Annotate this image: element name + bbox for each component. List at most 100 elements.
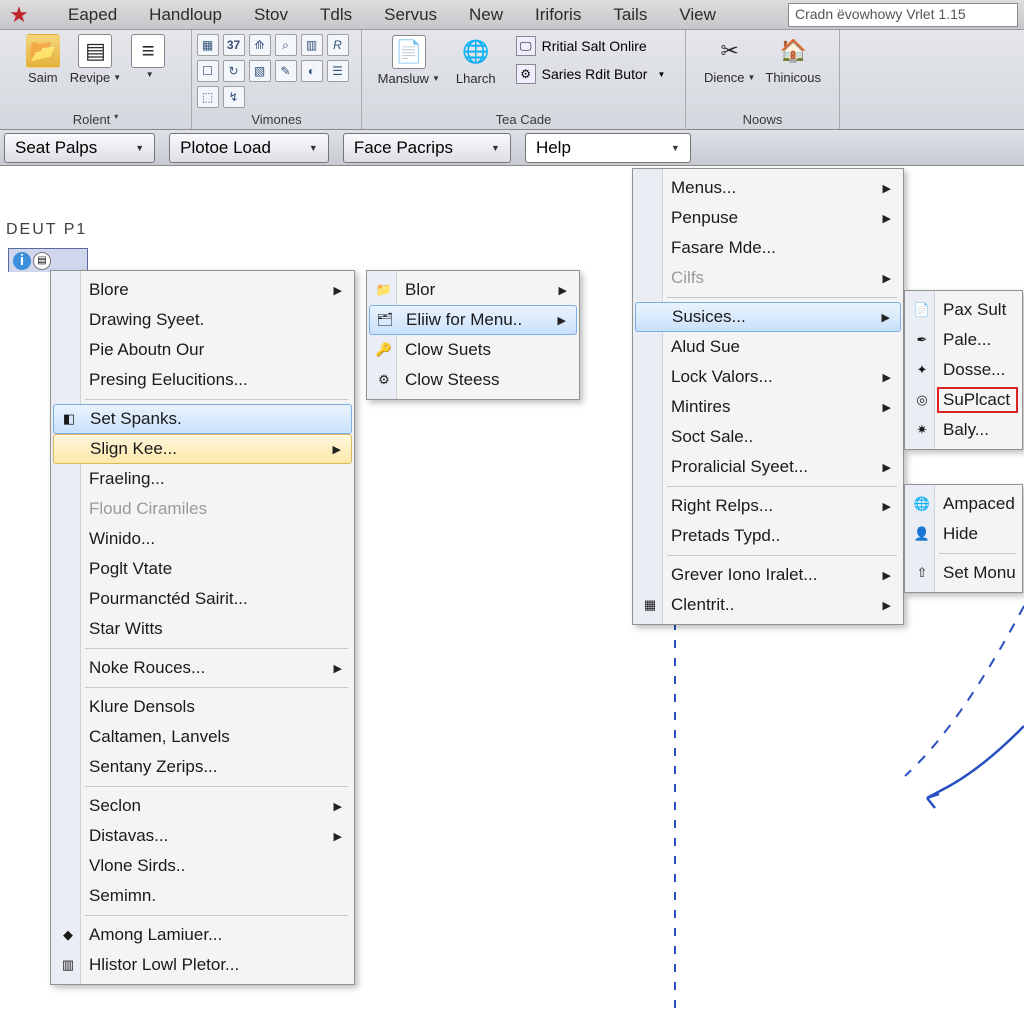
ribbon-revipe[interactable]: ▤ Revipe▼ bbox=[70, 34, 121, 85]
menu-item-label: Clow Suets bbox=[405, 340, 491, 360]
menu-item[interactable]: SuPlcact◎ bbox=[907, 385, 1020, 415]
group-label: Rolent▾ bbox=[10, 112, 181, 127]
menu-item[interactable]: Noke Rouces...▶ bbox=[53, 653, 352, 683]
menu-item[interactable]: Grever Iono Iralet...▶ bbox=[635, 560, 901, 590]
tool-icon[interactable]: ↯ bbox=[223, 86, 245, 108]
menu-item[interactable]: Semimn. bbox=[53, 881, 352, 911]
menubar-item[interactable]: View bbox=[663, 2, 732, 28]
tool-icon[interactable]: ▥ bbox=[301, 34, 323, 56]
menu-item[interactable]: Right Relps...▶ bbox=[635, 491, 901, 521]
menu-item[interactable]: Susices...▶ bbox=[635, 302, 901, 332]
menubar-item[interactable]: Servus bbox=[368, 2, 453, 28]
menu-item[interactable]: Pourmanctéd Sairit... bbox=[53, 584, 352, 614]
tool-icon[interactable]: ◐ bbox=[301, 60, 323, 82]
menu-item[interactable]: Proralicial Syeet...▶ bbox=[635, 452, 901, 482]
folder-icon: 📂 bbox=[26, 34, 60, 68]
combo-seat-palps[interactable]: Seat Palps▼ bbox=[4, 133, 155, 163]
menubar-item[interactable]: Eaped bbox=[52, 2, 133, 28]
menu-item[interactable]: Ampaced🌐 bbox=[907, 489, 1020, 519]
workspace-tab[interactable]: i ▤ bbox=[8, 248, 88, 272]
submenu-e: Ampaced🌐Hide👤 Set Monu⇧ bbox=[904, 484, 1023, 593]
menu-item[interactable]: Alud Sue bbox=[635, 332, 901, 362]
ribbon-thinicous[interactable]: 🏠 Thinicous bbox=[765, 34, 821, 85]
menu-item[interactable]: Clow Suets🔑 bbox=[369, 335, 577, 365]
ribbon-rritial[interactable]: 🖵Rritial Salt Onlire bbox=[512, 34, 670, 58]
ribbon-dience[interactable]: ✂ Dience▼ bbox=[704, 34, 755, 85]
tool-icon[interactable]: ☰ bbox=[327, 60, 349, 82]
menu-item-label: Distavas... bbox=[89, 826, 168, 846]
ribbon-saim[interactable]: 📂 Saim bbox=[26, 34, 60, 85]
chevron-down-icon: ▼ bbox=[491, 143, 500, 153]
menu-item[interactable]: Hide👤 bbox=[907, 519, 1020, 549]
tool-icon[interactable]: ▧ bbox=[249, 60, 271, 82]
tool-icon[interactable]: ⬚ bbox=[197, 86, 219, 108]
menu-item-label: Grever Iono Iralet... bbox=[671, 565, 817, 585]
ribbon-lharch[interactable]: 🌐 Lharch bbox=[456, 35, 496, 86]
menu-item[interactable]: Mintires▶ bbox=[635, 392, 901, 422]
menubar-item[interactable]: Tdls bbox=[304, 2, 368, 28]
ribbon-list[interactable]: ≡ ▼ bbox=[131, 34, 165, 79]
tool-icon[interactable]: ▦ bbox=[197, 34, 219, 56]
tool-icon[interactable]: 37 bbox=[223, 34, 245, 56]
menu-item-label: Baly... bbox=[943, 420, 989, 440]
tool-icon[interactable]: R bbox=[327, 34, 349, 56]
app-star-icon[interactable]: ★ bbox=[4, 0, 34, 30]
menu-item[interactable]: Blore▶ bbox=[53, 275, 352, 305]
menu-item[interactable]: Dosse...✦ bbox=[907, 355, 1020, 385]
tool-icon[interactable]: ⌕ bbox=[275, 34, 297, 56]
menu-item[interactable]: Blor📁▶ bbox=[369, 275, 577, 305]
menu-item[interactable]: Fraeling... bbox=[53, 464, 352, 494]
menu-item[interactable]: Caltamen, Lanvels bbox=[53, 722, 352, 752]
menu-item[interactable]: Star Witts bbox=[53, 614, 352, 644]
menubar-item[interactable]: Handloup bbox=[133, 2, 238, 28]
menu-item[interactable]: Pale...✒ bbox=[907, 325, 1020, 355]
menu-item[interactable]: Eliiw for Menu..🗂▶ bbox=[369, 305, 577, 335]
menu-item-label: Poglt Vtate bbox=[89, 559, 172, 579]
menu-item[interactable]: Fasare Mde... bbox=[635, 233, 901, 263]
tool-icon[interactable]: ☐ bbox=[197, 60, 219, 82]
menu-item[interactable]: Pax Sult📄 bbox=[907, 295, 1020, 325]
menu-item[interactable]: Presing Eelucitions... bbox=[53, 365, 352, 395]
menu-item[interactable]: Penpuse▶ bbox=[635, 203, 901, 233]
menu-item[interactable]: Hlistor Lowl Pletor...▥ bbox=[53, 950, 352, 980]
tool-icon[interactable]: ⟰ bbox=[249, 34, 271, 56]
combo-plotoe-load[interactable]: Plotoe Load▼ bbox=[169, 133, 329, 163]
menu-item[interactable]: Poglt Vtate bbox=[53, 554, 352, 584]
menu-item[interactable]: Seclon▶ bbox=[53, 791, 352, 821]
menu-item-label: Set Monu bbox=[943, 563, 1016, 583]
menubar-item[interactable]: New bbox=[453, 2, 519, 28]
menu-item-icon: ◧ bbox=[59, 409, 79, 429]
list-icon: ≡ bbox=[131, 34, 165, 68]
menu-item[interactable]: Vlone Sirds.. bbox=[53, 851, 352, 881]
combo-help[interactable]: Help▼ bbox=[525, 133, 691, 163]
tool-icon[interactable]: ↻ bbox=[223, 60, 245, 82]
menu-item[interactable]: Menus...▶ bbox=[635, 173, 901, 203]
menu-item[interactable]: Set Monu⇧ bbox=[907, 558, 1020, 588]
combo-face-pacrips[interactable]: Face Pacrips▼ bbox=[343, 133, 511, 163]
menu-item[interactable]: Clentrit..▦▶ bbox=[635, 590, 901, 620]
menu-item[interactable]: Klure Densols bbox=[53, 692, 352, 722]
menu-item-label: Soct Sale.. bbox=[671, 427, 753, 447]
menubar-item[interactable]: Stov bbox=[238, 2, 304, 28]
menubar-item[interactable]: Iriforis bbox=[519, 2, 597, 28]
menu-item[interactable]: Drawing Syeet. bbox=[53, 305, 352, 335]
menu-item[interactable]: Set Spanks.◧ bbox=[53, 404, 352, 434]
ribbon-mansluw[interactable]: 📄 Mansluw▼ bbox=[378, 35, 440, 86]
menu-item[interactable]: Pie Aboutn Our bbox=[53, 335, 352, 365]
menu-item[interactable]: Clow Steess⚙ bbox=[369, 365, 577, 395]
menu-item[interactable]: Soct Sale.. bbox=[635, 422, 901, 452]
menu-item[interactable]: Sentany Zerips... bbox=[53, 752, 352, 782]
help-dropdown-menu: Menus...▶Penpuse▶Fasare Mde...Cilfs▶Susi… bbox=[632, 168, 904, 625]
menu-item[interactable]: Lock Valors...▶ bbox=[635, 362, 901, 392]
menu-item[interactable]: Pretads Typd.. bbox=[635, 521, 901, 551]
menu-item-label: Winido... bbox=[89, 529, 155, 549]
menu-item[interactable]: Baly...✷ bbox=[907, 415, 1020, 445]
menu-item[interactable]: Winido... bbox=[53, 524, 352, 554]
menu-item[interactable]: Distavas...▶ bbox=[53, 821, 352, 851]
page-icon: ▤ bbox=[78, 34, 112, 68]
menubar-item[interactable]: Tails bbox=[597, 2, 663, 28]
tool-icon[interactable]: ✎ bbox=[275, 60, 297, 82]
menu-item[interactable]: Slign Kee...▶ bbox=[53, 434, 352, 464]
menu-item[interactable]: Among Lamiuer...◆ bbox=[53, 920, 352, 950]
ribbon-saries[interactable]: ⚙Saries Rdit Butor▼ bbox=[512, 62, 670, 86]
